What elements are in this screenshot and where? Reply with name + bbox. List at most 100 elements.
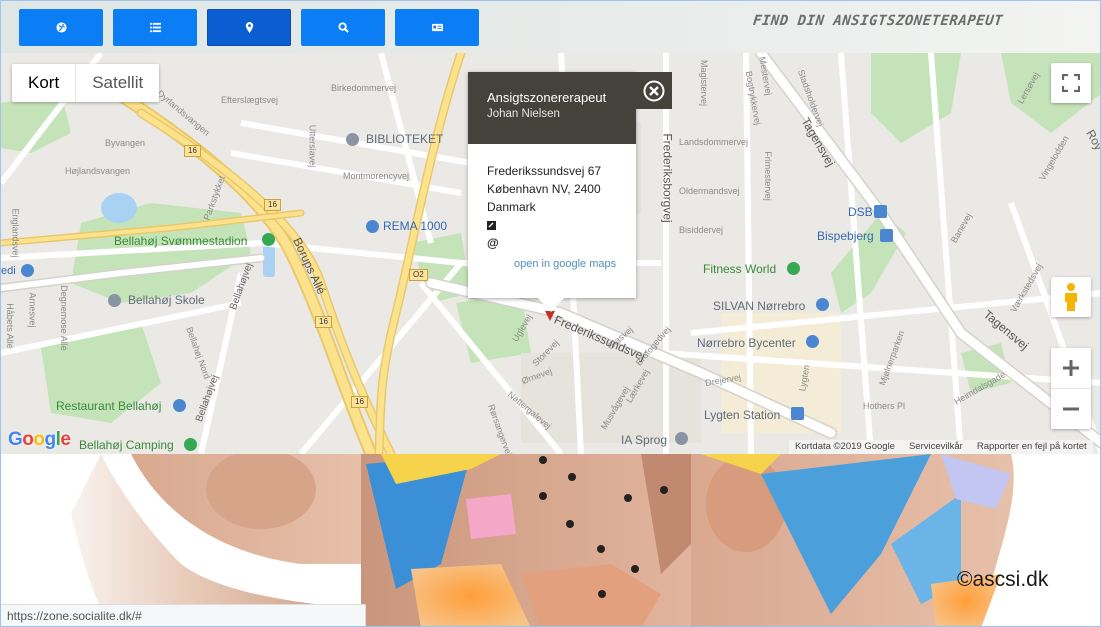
poi-label[interactable]: IA Sprog <box>621 433 667 447</box>
poi-label[interactable]: Bellahøj Skole <box>128 293 205 307</box>
school-pin-icon[interactable] <box>108 294 121 307</box>
zoom-out-button[interactable] <box>1051 389 1091 429</box>
report-error-link[interactable]: Rapporter en fejl på kortet <box>977 441 1087 453</box>
list-nav-button[interactable] <box>113 9 197 46</box>
close-circle-icon <box>643 80 665 101</box>
train-station-icon[interactable] <box>874 205 887 218</box>
street-label: Birkedommervej <box>331 83 397 93</box>
street-label: Bisiddervej <box>679 225 724 235</box>
road-shield: O2 <box>409 269 428 281</box>
poi-label: edi <box>1 265 16 277</box>
face-zones-banner: ©ascsi.dk https://zone.socialite.dk/# <box>1 454 1100 626</box>
restaurant-pin-icon[interactable] <box>173 399 186 412</box>
street-label: Byvangen <box>105 138 146 148</box>
shop-pin-icon[interactable] <box>366 220 379 233</box>
globe-icon <box>55 22 67 33</box>
poi-label[interactable]: Fitness World <box>703 262 776 276</box>
pegman-icon <box>1065 283 1077 311</box>
info-window-header: Ansigtszonererapeut Johan Nielsen <box>468 72 636 144</box>
fullscreen-icon <box>1062 74 1080 92</box>
poi-pin-icon[interactable] <box>21 264 34 277</box>
poi-label[interactable]: REMA 1000 <box>383 219 447 233</box>
face-zones-illustration <box>1 454 1100 626</box>
street-label: Oldermandsvej <box>679 186 740 196</box>
poi-label[interactable]: Nørrebro Bycenter <box>697 336 796 350</box>
info-window: Ansigtszonererapeut Johan Nielsen Freder… <box>468 72 636 298</box>
pool-pin-icon[interactable] <box>262 233 275 246</box>
search-nav-button[interactable] <box>301 9 385 46</box>
street-label: Håbets Allé <box>4 303 15 349</box>
map-pin-icon <box>245 22 253 33</box>
contact-nav-button[interactable] <box>395 9 479 46</box>
zoom-control <box>1051 348 1091 429</box>
fitness-pin-icon[interactable] <box>787 262 800 275</box>
street-label: Efterslægtsvej <box>221 95 279 105</box>
search-icon <box>337 22 349 33</box>
page-frame: Find din ansigtszoneterapeut <box>0 0 1101 627</box>
site-title: Find din ansigtszoneterapeut <box>752 13 1004 29</box>
google-logo[interactable]: Google <box>8 429 71 451</box>
street-label: Uttersiavej <box>307 124 318 168</box>
copyright-text: ©ascsi.dk <box>957 568 1049 591</box>
shop-pin-icon[interactable] <box>816 298 829 311</box>
map-data-credit: Kortdata ©2019 Google <box>795 441 895 452</box>
train-station-icon[interactable] <box>880 229 893 242</box>
street-label: Landsdommervej <box>679 137 749 147</box>
info-window-close-button[interactable] <box>636 72 672 109</box>
minus-icon <box>1063 407 1079 410</box>
road-shield: 16 <box>184 145 201 157</box>
street-label-frederiksborgvej: Frederiksborgvej <box>660 133 675 223</box>
phone-icon <box>487 220 496 230</box>
info-window-name: Johan Nielsen <box>487 108 560 120</box>
poi-label[interactable]: BIBLIOTEKET <box>366 132 443 146</box>
camping-pin-icon[interactable] <box>184 438 197 451</box>
map-type-satellite-button[interactable]: Satellit <box>76 64 159 102</box>
phone-row[interactable] <box>487 216 617 234</box>
fullscreen-button[interactable] <box>1051 63 1091 103</box>
poi-label[interactable]: Restaurant Bellahøj <box>56 399 161 413</box>
poi-label[interactable]: Bellahøj Svømmestadion <box>114 234 247 248</box>
info-window-body: Frederikssundsvej 67 København NV, 2400 … <box>468 144 636 273</box>
road-shield: 16 <box>264 199 281 211</box>
street-view-pegman-button[interactable] <box>1051 277 1091 317</box>
poi-label[interactable]: Bispebjerg <box>817 229 874 243</box>
train-station-icon[interactable] <box>791 407 804 420</box>
street-label: Hothers Pl <box>863 401 906 411</box>
google-map[interactable]: Birkedommervej Efterslægtsvej Byvangen H… <box>1 53 1100 454</box>
street-label: Montmorencyvej <box>343 171 410 181</box>
open-in-google-maps-link[interactable]: open in google maps <box>487 255 617 273</box>
info-window-title: Ansigtszonererapeut <box>487 90 607 105</box>
street-label: Frimestervej <box>762 151 773 201</box>
library-pin-icon[interactable] <box>346 133 359 146</box>
mall-pin-icon[interactable] <box>806 335 819 348</box>
top-toolbar: Find din ansigtszoneterapeut <box>1 1 1100 53</box>
map-attribution: Kortdata ©2019 Google Servicevilkår Rapp… <box>789 440 1093 454</box>
road-shield: 16 <box>351 396 368 408</box>
road-shield: 16 <box>315 316 332 328</box>
poi-label[interactable]: SILVAN Nørrebro <box>713 299 805 313</box>
street-label: Englandsvej <box>10 208 21 258</box>
address-country: Danmark <box>487 200 536 214</box>
poi-label[interactable]: Lygten Station <box>704 408 780 422</box>
terms-link[interactable]: Servicevilkår <box>909 441 963 453</box>
id-card-icon <box>431 23 443 32</box>
poi-label[interactable]: DSB <box>848 205 873 219</box>
school-pin-icon[interactable] <box>675 432 688 445</box>
map-type-control: Kort Satellit <box>12 64 160 102</box>
info-window-tail <box>538 298 564 312</box>
street-label: Højlandsvangen <box>65 166 131 176</box>
address-city: København NV, 2400 <box>487 182 601 196</box>
map-nav-button[interactable] <box>207 9 291 46</box>
poi-label[interactable]: Bellahøj Camping <box>79 438 174 452</box>
globe-nav-button[interactable] <box>19 9 103 46</box>
map-type-map-button[interactable]: Kort <box>12 64 77 102</box>
plus-icon <box>1063 360 1079 376</box>
zoom-in-button[interactable] <box>1051 349 1091 389</box>
address-street: Frederikssundsvej 67 <box>487 164 602 178</box>
street-label: Magistervej <box>699 59 710 107</box>
street-label: Arnesvej <box>27 292 38 328</box>
street-label: Degnemose Allé <box>58 285 69 351</box>
email-icon[interactable]: @ <box>487 234 617 252</box>
status-bar-url: https://zone.socialite.dk/# <box>1 604 366 626</box>
list-icon <box>149 22 161 33</box>
